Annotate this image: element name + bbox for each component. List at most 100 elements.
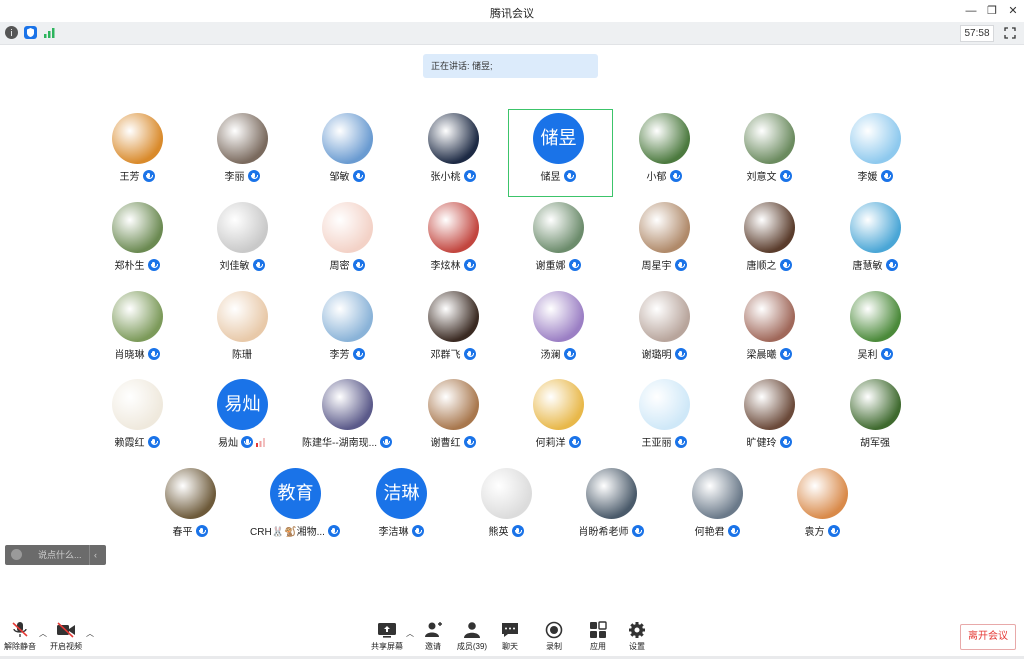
record-icon: [545, 621, 563, 639]
participant-tile[interactable]: 储昱 储昱: [508, 109, 608, 197]
participant-tile[interactable]: 陈建华--湖南现...: [297, 375, 397, 463]
participant-name: 李炫林: [430, 261, 461, 272]
participant-tile[interactable]: 吴利: [825, 287, 925, 375]
participant-name: 谢璐明: [641, 350, 672, 361]
participant-tile[interactable]: 梁晨曦: [719, 287, 819, 375]
invite-label: 邀请: [425, 642, 441, 651]
mic-icon: [463, 170, 476, 182]
participant-tile[interactable]: 周密: [297, 198, 397, 286]
participant-tile[interactable]: 肖盼希老师: [561, 464, 661, 552]
avatar: [322, 113, 373, 164]
participant-tile[interactable]: 张小桃: [403, 109, 503, 197]
participant-tile[interactable]: 肖晓琳: [87, 287, 187, 375]
participant-tile[interactable]: 教育 CRH🐰🐒湘物...: [245, 464, 345, 552]
participant-name-row: 周密: [297, 257, 397, 272]
participant-tile[interactable]: 刘佳敏: [192, 198, 292, 286]
participant-tile[interactable]: 易灿 易灿: [192, 375, 292, 463]
chat-input-box[interactable]: 说点什么... ‹: [5, 545, 106, 565]
emoji-icon[interactable]: [11, 549, 22, 560]
mic-icon: [674, 348, 687, 360]
participant-tile[interactable]: 汤澜: [508, 287, 608, 375]
invite-button[interactable]: 邀请: [413, 621, 453, 657]
participant-tile[interactable]: 谢璐明: [614, 287, 714, 375]
participant-tile[interactable]: 郑朴生: [87, 198, 187, 286]
info-icon[interactable]: i: [5, 26, 18, 39]
participant-tile[interactable]: 邓群飞: [403, 287, 503, 375]
participant-name-row: 春平: [140, 523, 240, 538]
participant-tile[interactable]: 唐慧敏: [825, 198, 925, 286]
participant-name-row: 李洁琳: [351, 523, 451, 538]
avatar: [639, 379, 690, 430]
participant-tile[interactable]: 唐顺之: [719, 198, 819, 286]
apps-button[interactable]: 应用: [578, 621, 618, 657]
mic-icon: [779, 436, 792, 448]
start-video-label: 开启视频: [50, 642, 82, 651]
participant-name: 王芳: [119, 172, 140, 183]
restore-button[interactable]: ❐: [983, 3, 1001, 19]
participant-name: 胡军强: [860, 438, 890, 449]
share-screen-button[interactable]: 共享屏幕: [367, 621, 407, 657]
fullscreen-icon[interactable]: [1004, 26, 1016, 39]
participant-name-row: 李芳: [297, 346, 397, 361]
participant-tile[interactable]: 李炫林: [403, 198, 503, 286]
participant-tile[interactable]: 李媛: [825, 109, 925, 197]
members-button[interactable]: 成员(39): [452, 621, 492, 657]
participant-tile[interactable]: 李丽: [192, 109, 292, 197]
participant-name-row: 李丽: [192, 168, 292, 183]
participant-tile[interactable]: 何艳君: [667, 464, 767, 552]
collapse-chevron-icon[interactable]: ‹: [94, 545, 97, 565]
avatar: [112, 291, 163, 342]
participant-tile[interactable]: 刘意文: [719, 109, 819, 197]
participant-name-row: 谢重娜: [508, 257, 608, 272]
participant-name: 邓群飞: [430, 350, 461, 361]
participant-name: 陈建华--湖南现...: [302, 438, 377, 449]
participant-tile[interactable]: 谢曹红: [403, 375, 503, 463]
unmute-button[interactable]: 解除静音: [0, 621, 40, 657]
participant-tile[interactable]: 王芳: [87, 109, 187, 197]
minimize-button[interactable]: —: [962, 3, 980, 19]
window-title: 腾讯会议: [490, 8, 534, 20]
svg-text:i: i: [10, 29, 13, 39]
participant-tile[interactable]: 李芳: [297, 287, 397, 375]
signal-icon[interactable]: [43, 26, 56, 39]
speaking-label: 正在讲话: 储昱;: [431, 61, 493, 71]
participant-tile[interactable]: 谢重娜: [508, 198, 608, 286]
signal-icon: [256, 438, 266, 447]
participant-tile[interactable]: 袁方: [772, 464, 872, 552]
participant-tile[interactable]: 熊英: [456, 464, 556, 552]
participant-name-row: 肖晓琳: [87, 346, 187, 361]
mic-icon: [880, 348, 893, 360]
participant-name: 唐顺之: [746, 261, 777, 272]
participant-tile[interactable]: 王亚丽: [614, 375, 714, 463]
participant-name-row: 何艳君: [667, 523, 767, 538]
divider: [89, 545, 90, 565]
chat-button[interactable]: 聊天: [490, 621, 530, 657]
video-options-chevron-icon[interactable]: ︿: [86, 628, 94, 639]
participant-tile[interactable]: 何莉洋: [508, 375, 608, 463]
participant-name: 谢曹红: [430, 438, 461, 449]
mic-icon: [885, 259, 898, 271]
participant-tile[interactable]: 周星宇: [614, 198, 714, 286]
participant-tile[interactable]: 春平: [140, 464, 240, 552]
gear-icon: [629, 622, 645, 638]
start-video-button[interactable]: 开启视频: [46, 621, 86, 657]
participant-tile[interactable]: 邹敏: [297, 109, 397, 197]
avatar: [850, 202, 901, 253]
avatar: [639, 291, 690, 342]
close-button[interactable]: ✕: [1004, 3, 1022, 19]
avatar: [586, 468, 637, 519]
settings-button[interactable]: 设置: [617, 621, 657, 657]
speaking-indicator: 正在讲话: 储昱;: [423, 54, 598, 78]
participant-tile[interactable]: 小郁: [614, 109, 714, 197]
avatar: 储昱: [533, 113, 584, 164]
participant-tile[interactable]: 旷健玲: [719, 375, 819, 463]
participant-tile[interactable]: 洁琳 李洁琳: [351, 464, 451, 552]
shield-icon[interactable]: [24, 26, 37, 39]
participant-tile[interactable]: 陈珊: [192, 287, 292, 375]
leave-meeting-button[interactable]: 离开会议: [960, 624, 1016, 650]
participant-tile[interactable]: 胡军强: [825, 375, 925, 463]
record-button[interactable]: 录制: [534, 621, 574, 657]
participant-name-row: 邓群飞: [403, 346, 503, 361]
participant-tile[interactable]: 赖霞红: [87, 375, 187, 463]
participant-name: 唐慧敏: [852, 261, 883, 272]
